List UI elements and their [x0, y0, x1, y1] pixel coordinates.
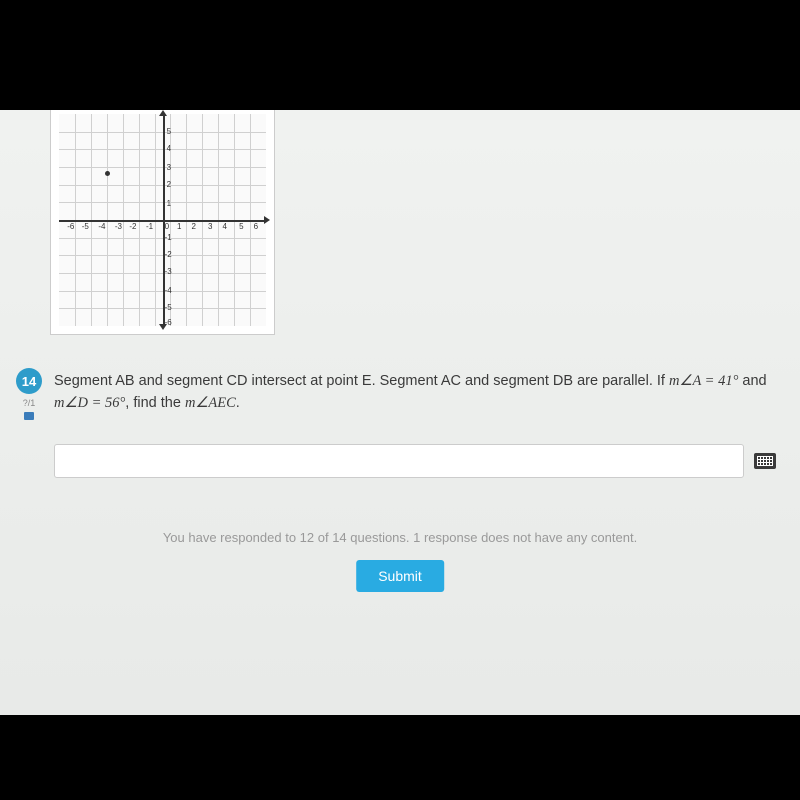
question-text-part: and — [738, 373, 766, 389]
question-text-part: , find the — [125, 395, 185, 411]
math-expression: m∠A = 41° — [669, 373, 738, 389]
y-tick: 5 — [167, 127, 171, 136]
graph-grid: -6 -5 -4 -3 -2 -1 0 1 2 3 4 5 6 1 2 3 4 … — [59, 114, 266, 326]
x-tick: 5 — [239, 222, 243, 231]
submit-button[interactable]: Submit — [356, 560, 444, 592]
math-expression: m∠AEC — [185, 395, 236, 411]
essay-icon — [24, 412, 34, 420]
question-number-badge: 14 — [16, 368, 42, 394]
question-points: ?/1 — [23, 398, 36, 408]
y-tick: -6 — [165, 318, 172, 327]
x-tick: -3 — [115, 222, 122, 231]
x-tick: 2 — [191, 222, 195, 231]
x-tick: 6 — [254, 222, 258, 231]
coordinate-graph: -6 -5 -4 -3 -2 -1 0 1 2 3 4 5 6 1 2 3 4 … — [50, 110, 275, 335]
math-expression: m∠D = 56° — [54, 395, 125, 411]
question-text: Segment AB and segment CD intersect at p… — [54, 368, 788, 415]
answer-row — [54, 444, 776, 478]
x-tick: 3 — [208, 222, 212, 231]
answer-input[interactable] — [54, 444, 744, 478]
progress-status: You have responded to 12 of 14 questions… — [0, 530, 800, 545]
y-tick: -1 — [165, 233, 172, 242]
letterbox-bottom — [0, 715, 800, 800]
y-tick: -2 — [165, 250, 172, 259]
y-tick: -4 — [165, 286, 172, 295]
plot-point — [105, 171, 110, 176]
x-tick: 1 — [177, 222, 181, 231]
y-tick: 4 — [167, 144, 171, 153]
keyboard-icon[interactable] — [754, 453, 776, 469]
quiz-screen: -6 -5 -4 -3 -2 -1 0 1 2 3 4 5 6 1 2 3 4 … — [0, 110, 800, 715]
axis-arrow-up-icon — [159, 110, 167, 116]
question-text-part: Segment AB and segment CD intersect at p… — [54, 373, 669, 389]
x-tick: 0 — [165, 222, 169, 231]
x-tick: -2 — [129, 222, 136, 231]
x-tick: -5 — [82, 222, 89, 231]
letterbox-top — [0, 0, 800, 110]
x-tick: -6 — [67, 222, 74, 231]
y-tick: 1 — [167, 199, 171, 208]
question-text-part: . — [236, 395, 240, 411]
axis-arrow-right-icon — [264, 216, 270, 224]
question-meta: 14 ?/1 — [12, 368, 46, 420]
y-tick: 2 — [167, 180, 171, 189]
x-tick: 4 — [223, 222, 227, 231]
y-tick: -3 — [165, 267, 172, 276]
y-tick: -5 — [165, 303, 172, 312]
x-tick: -4 — [98, 222, 105, 231]
y-tick: 3 — [167, 163, 171, 172]
question-row: 14 ?/1 Segment AB and segment CD interse… — [12, 368, 788, 420]
x-tick: -1 — [146, 222, 153, 231]
